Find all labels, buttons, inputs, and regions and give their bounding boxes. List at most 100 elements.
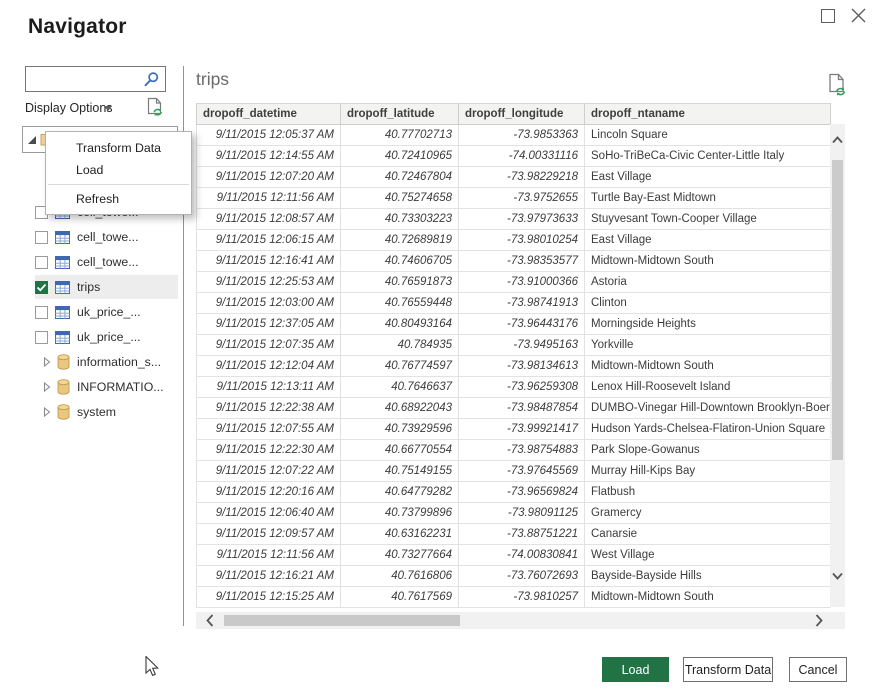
vertical-scroll-thumb[interactable] [832, 160, 843, 460]
table-row: 9/11/2015 12:12:04 AM40.76774597-73.9813… [197, 356, 831, 377]
cell: West Village [585, 545, 831, 566]
cell: 9/11/2015 12:16:41 AM [197, 251, 341, 272]
expand-toggle[interactable] [43, 407, 51, 417]
tree-item-uk_price_[interactable]: uk_price_... [35, 325, 178, 349]
tree-item-INFORMATIO[interactable]: INFORMATIO... [35, 375, 178, 399]
cell: Astoria [585, 272, 831, 293]
cell: 40.68922043 [341, 398, 459, 419]
cell: 40.73277664 [341, 545, 459, 566]
tree-item-cell_towe[interactable]: cell_towe... [35, 225, 178, 249]
display-options-button[interactable]: Display Options [25, 101, 113, 115]
cell: 9/11/2015 12:37:05 AM [197, 314, 341, 335]
scroll-down-icon[interactable] [832, 572, 843, 580]
cell: 40.7646637 [341, 377, 459, 398]
data-preview-table: dropoff_datetimedropoff_latitudedropoff_… [196, 103, 830, 608]
table-row: 9/11/2015 12:06:40 AM40.73799896-73.9809… [197, 503, 831, 524]
load-button[interactable]: Load [602, 657, 669, 682]
refresh-list-icon[interactable] [146, 97, 167, 120]
checkbox-unchecked[interactable] [35, 331, 48, 344]
vertical-scrollbar[interactable] [830, 124, 845, 607]
checkbox-unchecked[interactable] [35, 306, 48, 319]
horizontal-scrollbar[interactable] [196, 612, 845, 629]
table-row: 9/11/2015 12:05:37 AM40.77702713-73.9853… [197, 125, 831, 146]
table-row: 9/11/2015 12:14:55 AM40.72410965-74.0033… [197, 146, 831, 167]
tree-item-label: cell_towe... [77, 255, 139, 269]
chevron-expanded-icon[interactable] [28, 136, 37, 145]
chevron-down-icon[interactable] [104, 106, 112, 111]
cell: 40.72410965 [341, 146, 459, 167]
refresh-preview-icon[interactable] [827, 73, 849, 99]
menu-separator [48, 184, 189, 185]
cell: Morningside Heights [585, 314, 831, 335]
cell: Park Slope-Gowanus [585, 440, 831, 461]
cell: -73.97645569 [459, 461, 585, 482]
cell: 40.76591873 [341, 272, 459, 293]
cell: -73.98091125 [459, 503, 585, 524]
tree-item-information_s[interactable]: information_s... [35, 350, 178, 374]
table-row: 9/11/2015 12:11:56 AM40.73277664-74.0083… [197, 545, 831, 566]
table-icon [55, 256, 70, 269]
cell: -73.98487854 [459, 398, 585, 419]
table-row: 9/11/2015 12:22:38 AM40.68922043-73.9848… [197, 398, 831, 419]
cell: -73.97973633 [459, 209, 585, 230]
expand-toggle[interactable] [43, 382, 51, 392]
cell: 40.64779282 [341, 482, 459, 503]
tree-item-system[interactable]: system [35, 400, 178, 424]
table-row: 9/11/2015 12:16:41 AM40.74606705-73.9835… [197, 251, 831, 272]
scroll-left-icon[interactable] [206, 614, 214, 627]
search-box[interactable] [25, 66, 166, 92]
cell: 9/11/2015 12:20:16 AM [197, 482, 341, 503]
cell: Midtown-Midtown South [585, 251, 831, 272]
cell: 40.63162231 [341, 524, 459, 545]
cell: -74.00331116 [459, 146, 585, 167]
close-icon[interactable] [850, 7, 867, 24]
cell: 9/11/2015 12:08:57 AM [197, 209, 341, 230]
cell: Yorkville [585, 335, 831, 356]
tree-item-trips[interactable]: trips [35, 275, 178, 299]
cell: 9/11/2015 12:03:00 AM [197, 293, 341, 314]
checkbox-unchecked[interactable] [35, 231, 48, 244]
cell: -73.9495163 [459, 335, 585, 356]
cell: 9/11/2015 12:06:15 AM [197, 230, 341, 251]
cell: -73.98754883 [459, 440, 585, 461]
cell: 40.72467804 [341, 167, 459, 188]
maximize-icon[interactable] [821, 9, 835, 23]
table-header-row: dropoff_datetimedropoff_latitudedropoff_… [197, 104, 831, 125]
transform-data-button[interactable]: Transform Data [683, 657, 773, 682]
cell: 40.76774597 [341, 356, 459, 377]
horizontal-scroll-thumb[interactable] [224, 615, 460, 626]
table-row: 9/11/2015 12:22:30 AM40.66770554-73.9875… [197, 440, 831, 461]
tree-item-uk_price_[interactable]: uk_price_... [35, 300, 178, 324]
scroll-up-icon[interactable] [832, 136, 843, 144]
cancel-button[interactable]: Cancel [789, 657, 847, 682]
cell: 9/11/2015 12:22:30 AM [197, 440, 341, 461]
cell: 40.77702713 [341, 125, 459, 146]
checkbox-unchecked[interactable] [35, 256, 48, 269]
search-input[interactable] [30, 68, 142, 90]
cell: Clinton [585, 293, 831, 314]
page-title: Navigator [28, 15, 127, 39]
menu-item-load[interactable]: Load [46, 159, 191, 181]
scroll-right-icon[interactable] [815, 614, 823, 627]
cell: -73.96569824 [459, 482, 585, 503]
table-row: 9/11/2015 12:07:20 AM40.72467804-73.9822… [197, 167, 831, 188]
cell: 40.76559448 [341, 293, 459, 314]
checkbox-checked[interactable] [35, 281, 48, 294]
cell: Midtown-Midtown South [585, 587, 831, 608]
menu-item-transform-data[interactable]: Transform Data [46, 137, 191, 159]
table-row: 9/11/2015 12:08:57 AM40.73303223-73.9797… [197, 209, 831, 230]
menu-item-refresh[interactable]: Refresh [46, 188, 191, 210]
chevron-right-icon [43, 357, 51, 367]
expand-toggle[interactable] [43, 357, 51, 367]
cell: 9/11/2015 12:07:35 AM [197, 335, 341, 356]
cell: -73.98010254 [459, 230, 585, 251]
cell: 40.73929596 [341, 419, 459, 440]
search-icon[interactable] [143, 71, 160, 88]
tree-item-cell_towe[interactable]: cell_towe... [35, 250, 178, 274]
cell: 40.72689819 [341, 230, 459, 251]
cell: -73.88751221 [459, 524, 585, 545]
cell: 40.80493164 [341, 314, 459, 335]
table-row: 9/11/2015 12:07:55 AM40.73929596-73.9992… [197, 419, 831, 440]
cell: 40.75149155 [341, 461, 459, 482]
cell: Canarsie [585, 524, 831, 545]
